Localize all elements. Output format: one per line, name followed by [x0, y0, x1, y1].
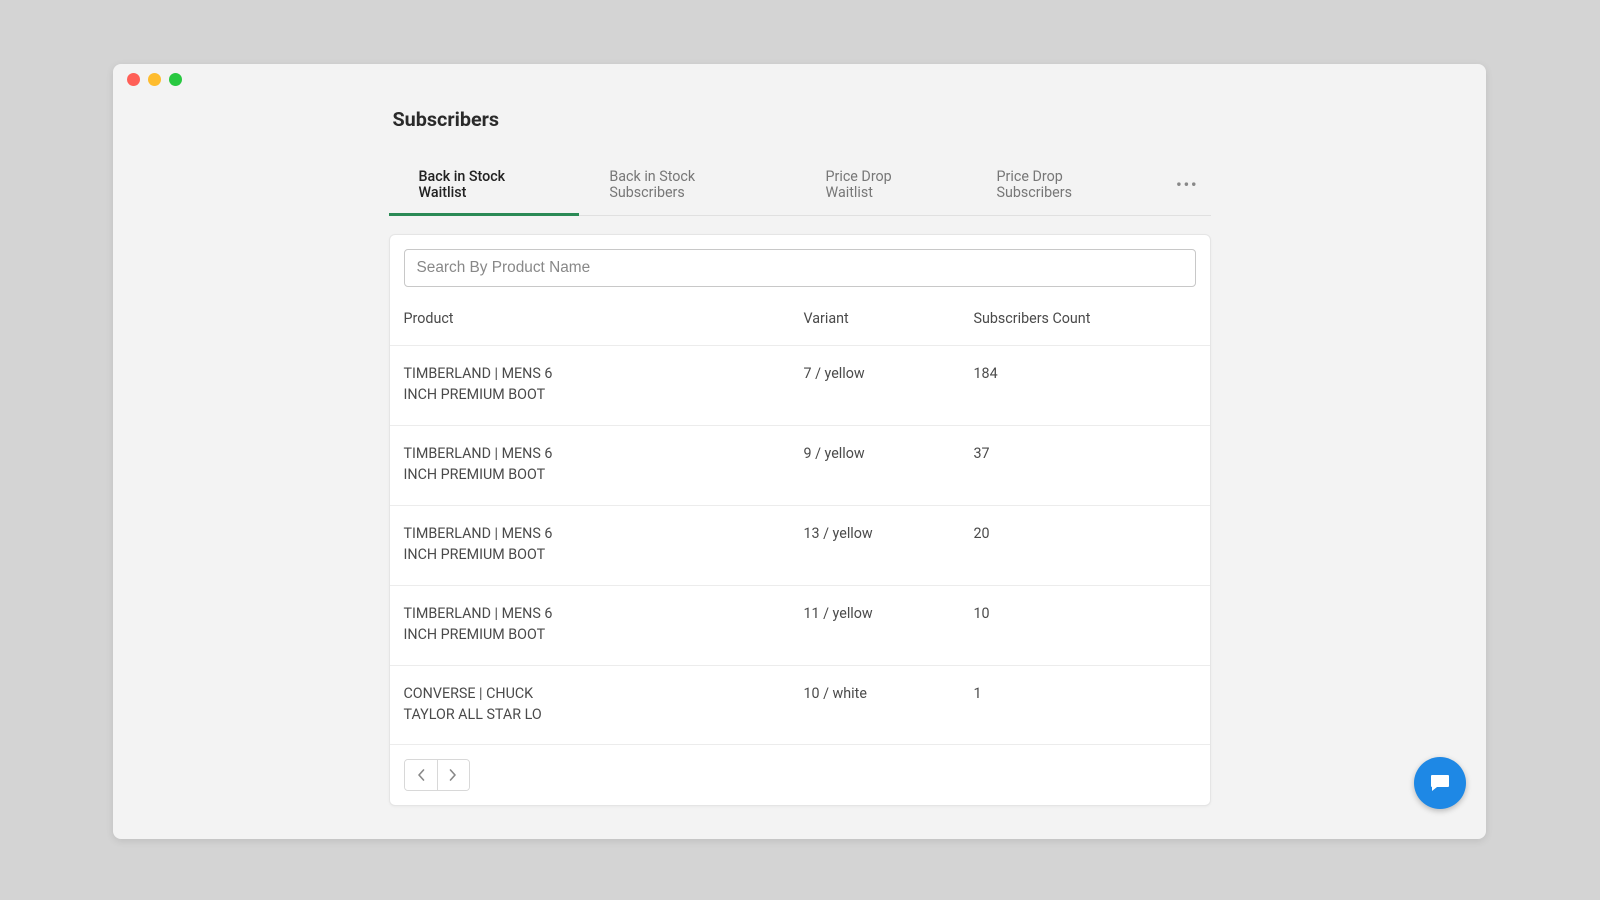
table-row[interactable]: TIMBERLAND | MENS 6 INCH PREMIUM BOOT 7 …	[390, 345, 1210, 425]
cell-product: TIMBERLAND | MENS 6 INCH PREMIUM BOOT	[404, 524, 804, 567]
subscribers-card: Product Variant Subscribers Count TIMBER…	[389, 234, 1211, 806]
cell-variant: 10 / white	[804, 684, 974, 705]
tab-overflow-button[interactable]: •••	[1164, 166, 1210, 204]
tab-price-drop-subscribers[interactable]: Price Drop Subscribers	[967, 155, 1165, 215]
col-header-product: Product	[404, 311, 804, 327]
pagination-group	[404, 759, 470, 791]
pagination	[390, 744, 1210, 805]
tab-back-in-stock-waitlist[interactable]: Back in Stock Waitlist	[389, 155, 580, 215]
tab-bar: Back in Stock Waitlist Back in Stock Sub…	[389, 155, 1211, 216]
chevron-left-icon	[417, 769, 425, 781]
cell-variant: 13 / yellow	[804, 524, 974, 545]
table-row[interactable]: TIMBERLAND | MENS 6 INCH PREMIUM BOOT 11…	[390, 585, 1210, 665]
search-input[interactable]	[404, 249, 1196, 287]
window-titlebar	[113, 64, 1486, 94]
chat-bubble-icon	[1428, 771, 1452, 795]
more-horizontal-icon: •••	[1176, 176, 1198, 194]
col-header-variant: Variant	[804, 311, 974, 327]
page-title: Subscribers	[393, 108, 1211, 131]
prev-page-button[interactable]	[405, 760, 437, 790]
cell-count: 20	[974, 524, 1196, 545]
chat-fab-button[interactable]	[1414, 757, 1466, 809]
table-row[interactable]: TIMBERLAND | MENS 6 INCH PREMIUM BOOT 9 …	[390, 425, 1210, 505]
cell-variant: 7 / yellow	[804, 364, 974, 385]
cell-product: TIMBERLAND | MENS 6 INCH PREMIUM BOOT	[404, 364, 804, 407]
app-window: Subscribers Back in Stock Waitlist Back …	[113, 64, 1486, 839]
col-header-count: Subscribers Count	[974, 311, 1196, 327]
chevron-right-icon	[449, 769, 457, 781]
tab-back-in-stock-subscribers[interactable]: Back in Stock Subscribers	[579, 155, 795, 215]
window-close-icon[interactable]	[127, 73, 140, 86]
cell-variant: 9 / yellow	[804, 444, 974, 465]
table-row[interactable]: TIMBERLAND | MENS 6 INCH PREMIUM BOOT 13…	[390, 505, 1210, 585]
table-row[interactable]: CONVERSE | CHUCK TAYLOR ALL STAR LO 10 /…	[390, 665, 1210, 745]
cell-variant: 11 / yellow	[804, 604, 974, 625]
window-zoom-icon[interactable]	[169, 73, 182, 86]
table-header: Product Variant Subscribers Count	[390, 301, 1210, 345]
cell-product: TIMBERLAND | MENS 6 INCH PREMIUM BOOT	[404, 604, 804, 647]
cell-count: 184	[974, 364, 1196, 385]
search-wrap	[390, 235, 1210, 301]
cell-product: CONVERSE | CHUCK TAYLOR ALL STAR LO	[404, 684, 804, 727]
cell-count: 10	[974, 604, 1196, 625]
cell-count: 1	[974, 684, 1196, 705]
content: Subscribers Back in Stock Waitlist Back …	[389, 94, 1211, 839]
cell-count: 37	[974, 444, 1196, 465]
cell-product: TIMBERLAND | MENS 6 INCH PREMIUM BOOT	[404, 444, 804, 487]
tab-price-drop-waitlist[interactable]: Price Drop Waitlist	[795, 155, 966, 215]
window-minimize-icon[interactable]	[148, 73, 161, 86]
next-page-button[interactable]	[437, 760, 469, 790]
